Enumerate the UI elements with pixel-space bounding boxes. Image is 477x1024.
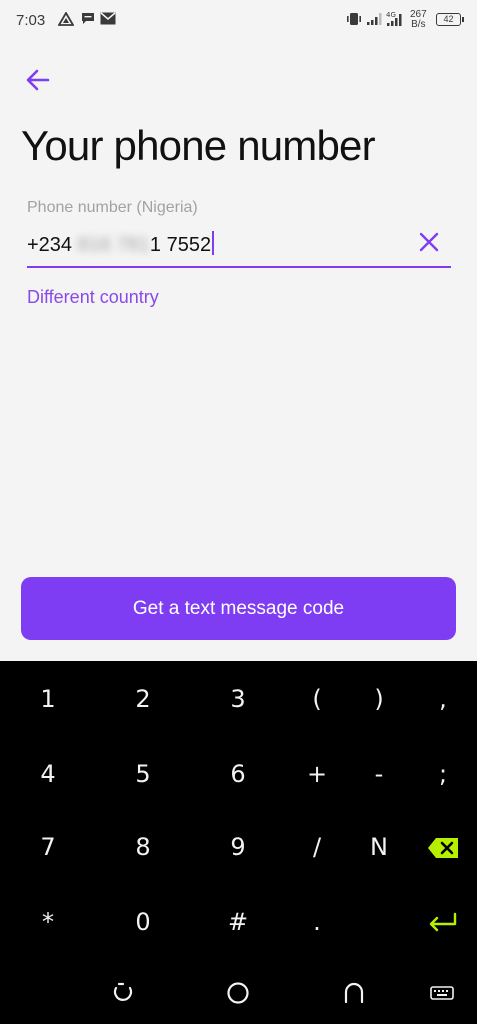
keyboard-icon bbox=[430, 986, 454, 1000]
phone-number-value[interactable]: +234 816 7811 7552 bbox=[27, 231, 215, 257]
close-icon bbox=[419, 232, 439, 252]
signal-4g-icon: 4G bbox=[386, 10, 406, 31]
status-bar: 7:03 4G 267 B/s 42 bbox=[0, 0, 477, 42]
different-country-link[interactable]: Different country bbox=[27, 287, 159, 308]
phone-field-label: Phone number (Nigeria) bbox=[27, 199, 198, 216]
key-hash[interactable]: # bbox=[203, 892, 273, 952]
clear-input-button[interactable] bbox=[417, 230, 441, 254]
backspace-key[interactable] bbox=[408, 817, 477, 877]
phone-prefix: +234 bbox=[27, 234, 78, 256]
phone-suffix: 1 7552 bbox=[149, 234, 212, 256]
key-5[interactable]: 5 bbox=[108, 744, 178, 804]
key-close-paren[interactable]: ) bbox=[344, 669, 414, 729]
phone-masked-digits: 816 781 bbox=[77, 234, 150, 256]
key-0[interactable]: 0 bbox=[108, 892, 178, 952]
key-7[interactable]: 7 bbox=[13, 817, 83, 877]
network-speed-unit: B/s bbox=[411, 19, 426, 30]
back-nav-icon bbox=[344, 982, 364, 1004]
key-8[interactable]: 8 bbox=[108, 817, 178, 877]
key-open-paren[interactable]: ( bbox=[282, 669, 352, 729]
key-minus[interactable]: - bbox=[344, 744, 414, 804]
message-notification-icon bbox=[81, 12, 95, 28]
key-comma[interactable]: , bbox=[408, 669, 477, 729]
numeric-keyboard: 1 2 3 ( ) , 4 5 6 + - ; 7 8 9 / N * 0 # … bbox=[0, 661, 477, 1024]
home-button[interactable] bbox=[225, 980, 251, 1006]
keyboard-switch-button[interactable] bbox=[429, 980, 455, 1006]
key-plus[interactable]: + bbox=[282, 744, 352, 804]
key-3[interactable]: 3 bbox=[203, 669, 273, 729]
back-button[interactable] bbox=[22, 64, 54, 96]
key-period[interactable]: . bbox=[282, 892, 352, 952]
vibrate-icon bbox=[346, 12, 362, 29]
network-speed: 267 B/s bbox=[410, 10, 427, 30]
key-semicolon[interactable]: ; bbox=[408, 744, 477, 804]
battery-indicator: 42 bbox=[436, 13, 464, 26]
recents-button[interactable] bbox=[110, 980, 136, 1006]
key-9[interactable]: 9 bbox=[203, 817, 273, 877]
triangle-notification-icon bbox=[57, 11, 75, 29]
key-slash[interactable]: / bbox=[282, 817, 352, 877]
key-2[interactable]: 2 bbox=[108, 669, 178, 729]
network-type-text: 4G bbox=[386, 11, 396, 19]
get-text-code-button[interactable]: Get a text message code bbox=[21, 577, 456, 640]
status-time: 7:03 bbox=[16, 12, 46, 29]
back-nav-button[interactable] bbox=[341, 980, 367, 1006]
recents-icon bbox=[113, 982, 133, 1001]
key-n[interactable]: N bbox=[344, 817, 414, 877]
enter-key[interactable] bbox=[408, 892, 477, 952]
mail-notification-icon bbox=[100, 12, 116, 28]
key-1[interactable]: 1 bbox=[13, 669, 83, 729]
backspace-icon bbox=[428, 838, 458, 858]
text-cursor bbox=[212, 231, 215, 255]
enter-icon bbox=[429, 912, 457, 932]
home-icon bbox=[227, 982, 249, 1004]
key-6[interactable]: 6 bbox=[203, 744, 273, 804]
key-4[interactable]: 4 bbox=[13, 744, 83, 804]
arrow-left-icon bbox=[26, 69, 50, 91]
page-title: Your phone number bbox=[21, 122, 376, 169]
phone-number-input[interactable]: +234 816 7811 7552 bbox=[27, 226, 451, 268]
signal-strength-icon bbox=[366, 12, 384, 29]
key-asterisk[interactable]: * bbox=[13, 892, 83, 952]
